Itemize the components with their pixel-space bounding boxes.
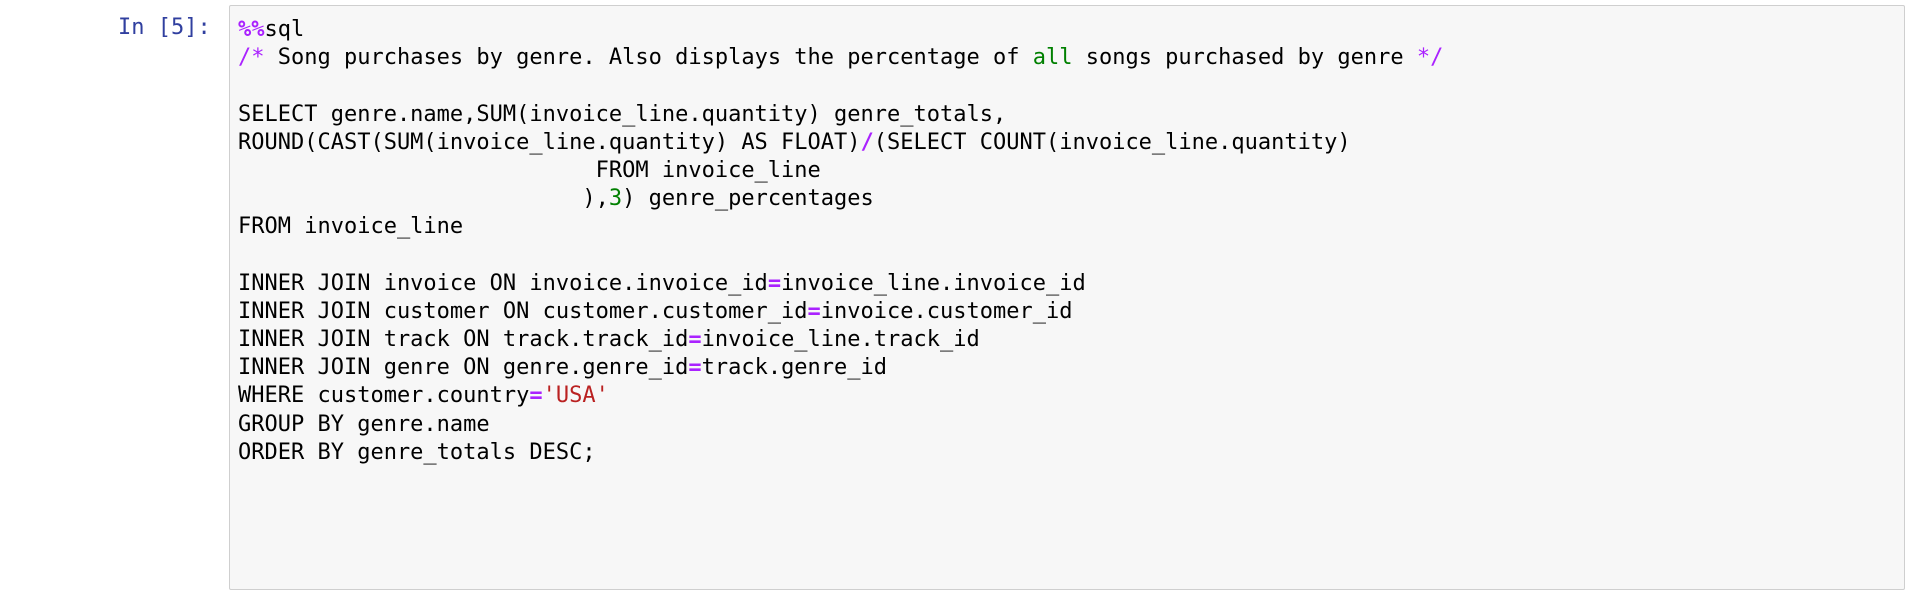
code-token: INNER JOIN invoice ON invoice.invoice_id bbox=[238, 270, 768, 296]
code-token: INNER JOIN track ON track.track_id bbox=[238, 327, 689, 353]
code-token: invoice_line.track_id bbox=[701, 327, 980, 353]
code-token: GROUP BY genre.name bbox=[238, 411, 490, 437]
code-token: invoice.customer_id bbox=[820, 298, 1073, 324]
code-token: ROUND(CAST(SUM(invoice_line.quantity) AS… bbox=[238, 129, 861, 155]
input-prompt: In [5]: bbox=[118, 15, 211, 40]
code-token: WHERE customer.country bbox=[238, 383, 530, 409]
code-token: %% bbox=[238, 17, 265, 42]
code-editor[interactable]: %%sql/* Song purchases by genre. Also di… bbox=[229, 5, 1905, 590]
code-line: ),3) genre_percentages bbox=[238, 185, 1443, 213]
code-line: ORDER BY genre_totals DESC; bbox=[238, 439, 1443, 467]
code-token: = bbox=[688, 327, 702, 353]
code-token: (SELECT COUNT(invoice_line.quantity) bbox=[873, 129, 1351, 155]
code-token: ) genre_percentages bbox=[622, 186, 874, 212]
code-line: INNER JOIN genre ON genre.genre_id=track… bbox=[238, 354, 1443, 382]
code-token: = bbox=[529, 383, 543, 409]
code-token: */ bbox=[1416, 45, 1444, 71]
code-token: FROM invoice_line bbox=[238, 214, 464, 240]
code-line: FROM invoice_line bbox=[238, 213, 1443, 241]
code-line: /* Song purchases by genre. Also display… bbox=[238, 44, 1443, 72]
code-token: all bbox=[1032, 45, 1073, 71]
code-token: track.genre_id bbox=[701, 355, 888, 381]
code-line: WHERE customer.country='USA' bbox=[238, 382, 1443, 410]
code-token: /* bbox=[238, 45, 265, 71]
code-line: INNER JOIN track ON track.track_id=invoi… bbox=[238, 326, 1443, 354]
code-token: sql bbox=[264, 17, 305, 42]
code-token: FROM invoice_line bbox=[238, 157, 821, 183]
code-token: 3 bbox=[608, 186, 623, 212]
code-token: Song purchases by genre. Also displays t… bbox=[264, 45, 1033, 71]
code-line: ROUND(CAST(SUM(invoice_line.quantity) AS… bbox=[238, 129, 1443, 157]
code-line: GROUP BY genre.name bbox=[238, 411, 1443, 439]
code-token: INNER JOIN genre ON genre.genre_id bbox=[238, 355, 689, 381]
code-token: songs purchased by genre bbox=[1072, 45, 1417, 71]
code-line: FROM invoice_line bbox=[238, 157, 1443, 185]
code-token: ORDER BY genre_totals DESC; bbox=[238, 439, 596, 465]
code-token: ), bbox=[238, 186, 609, 212]
code-token: = bbox=[767, 270, 782, 296]
code-line: ​ bbox=[238, 72, 1443, 100]
code-text[interactable]: %%sql/* Song purchases by genre. Also di… bbox=[238, 16, 1443, 467]
code-token: = bbox=[688, 355, 702, 381]
code-line: ​ bbox=[238, 242, 1443, 270]
code-line: INNER JOIN invoice ON invoice.invoice_id… bbox=[238, 270, 1443, 298]
code-token: / bbox=[860, 129, 874, 155]
code-token: = bbox=[807, 298, 821, 324]
code-token: SELECT genre.name,SUM(invoice_line.quant… bbox=[238, 101, 1007, 127]
code-line: %%sql bbox=[238, 16, 1443, 44]
code-token: INNER JOIN customer ON customer.customer… bbox=[238, 298, 808, 324]
code-token: invoice_line.invoice_id bbox=[781, 270, 1086, 296]
notebook-code-cell: In [5]: %%sql/* Song purchases by genre.… bbox=[0, 0, 1916, 600]
code-line: INNER JOIN customer ON customer.customer… bbox=[238, 298, 1443, 326]
code-token: 'USA' bbox=[542, 383, 609, 409]
code-line: SELECT genre.name,SUM(invoice_line.quant… bbox=[238, 101, 1443, 129]
